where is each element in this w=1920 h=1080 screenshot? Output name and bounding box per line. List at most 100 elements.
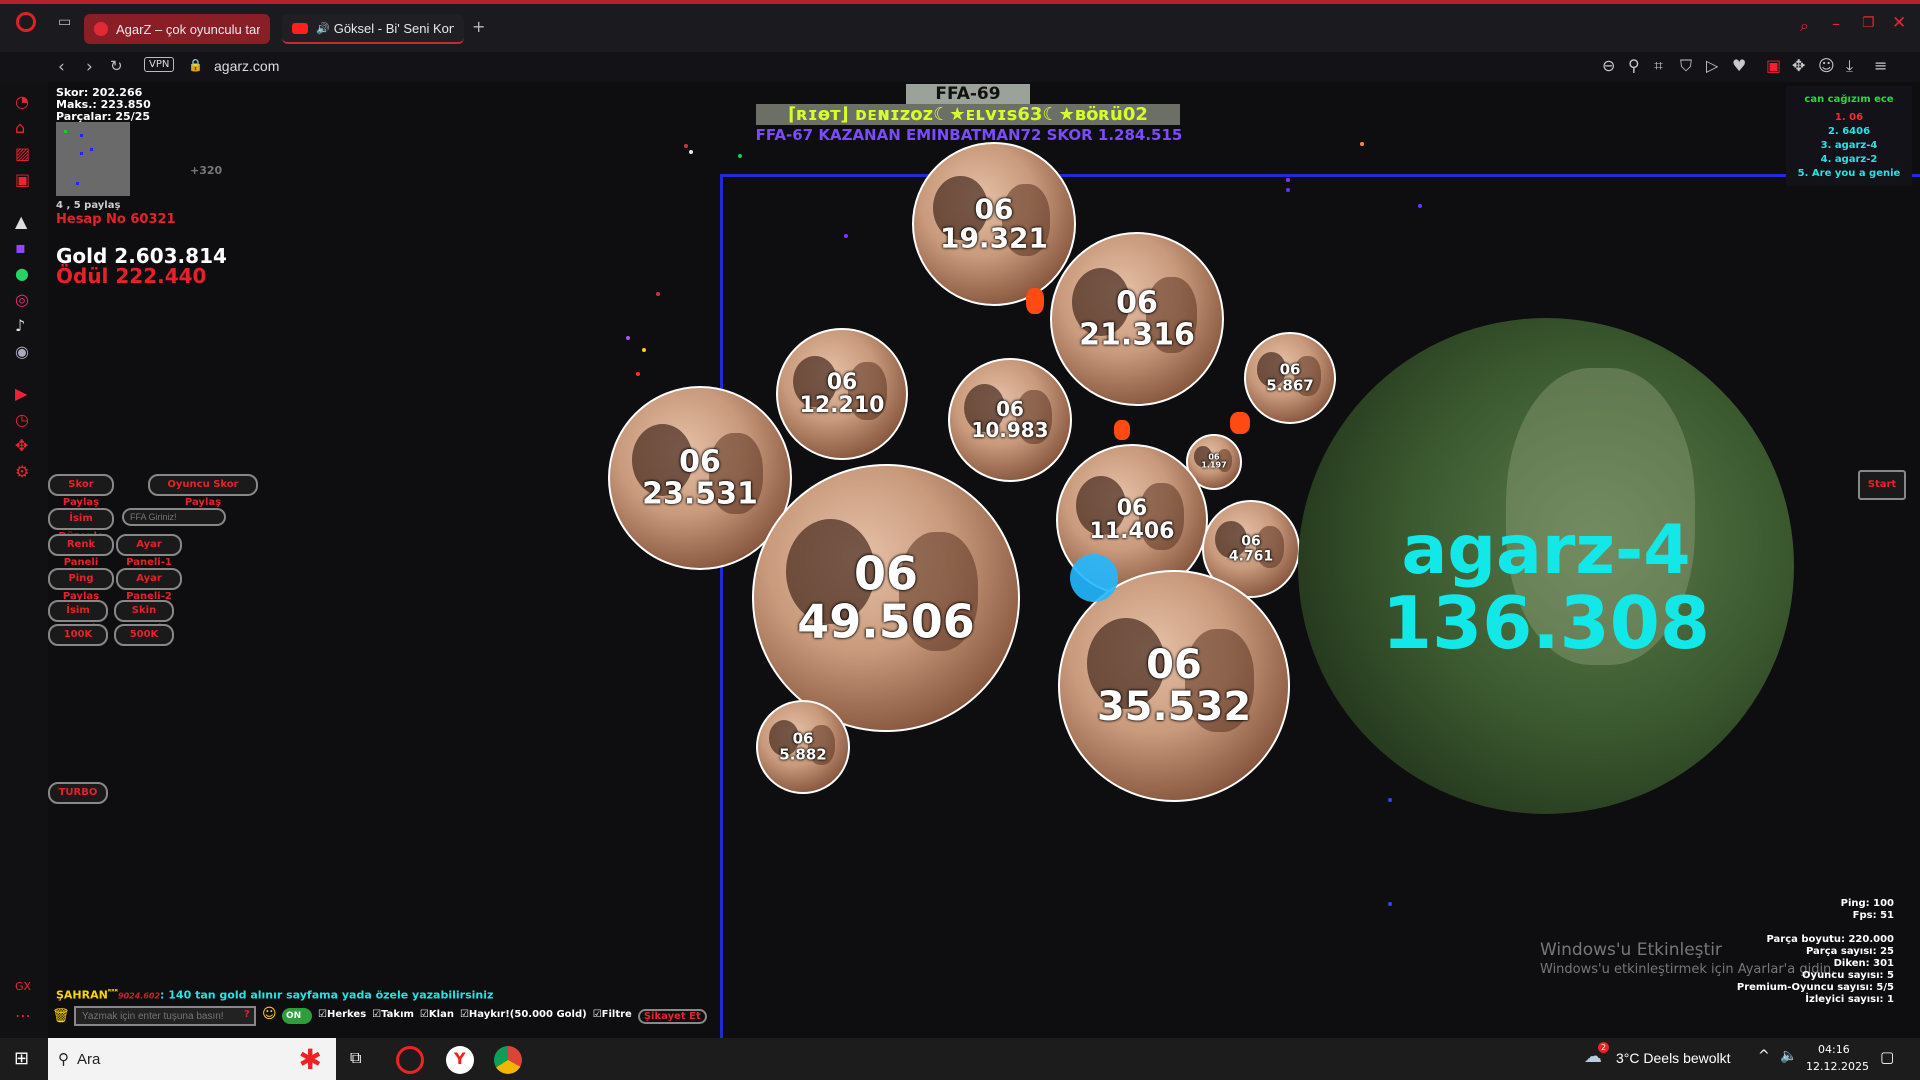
activation-title: Windows'u Etkinleştir (1540, 940, 1722, 960)
discord-icon[interactable]: ◉ (15, 342, 29, 361)
pellet (1286, 188, 1290, 192)
chrome-taskbar-icon[interactable] (494, 1046, 522, 1074)
100k-button[interactable]: 100K (48, 624, 108, 646)
enemy-cell: 06 12.210 (776, 328, 908, 460)
settings-icon[interactable]: ⚙ (15, 462, 29, 481)
minimize-icon[interactable]: – (1832, 14, 1840, 33)
vpn-badge[interactable]: VPN (144, 57, 175, 72)
skor-paylas-button[interactable]: Skor Paylaş (48, 474, 114, 508)
pellet (636, 372, 640, 376)
restore-icon[interactable]: ❐ (1862, 15, 1875, 31)
game-canvas[interactable]: 06 19.321 06 21.316 06 12.210 06 10.983 06 5.… (48, 82, 1920, 1038)
yandex-taskbar-icon[interactable]: Y (446, 1046, 474, 1074)
tray-chevron-icon[interactable]: ^ (1758, 1048, 1770, 1064)
enemy-cell: 06 5.867 (1244, 332, 1336, 424)
forward-icon[interactable]: › (86, 57, 93, 77)
url-text[interactable]: agarz.com (214, 58, 279, 74)
gx-icon[interactable]: GX (15, 980, 31, 993)
minimap-count: +320 (190, 164, 223, 177)
heart-icon[interactable]: ♥ (1732, 56, 1746, 75)
part-count-text: Parça sayısı: 25 (1805, 946, 1894, 957)
emoji-icon[interactable]: ☺ (262, 1006, 277, 1022)
pellet (689, 150, 693, 154)
instagram-icon[interactable]: ◎ (15, 290, 29, 309)
opera-logo-icon[interactable] (16, 12, 36, 32)
skin-favori-button[interactable]: Skin Favori (114, 600, 174, 634)
menu-icon[interactable]: ≡ (1874, 56, 1887, 75)
history-icon[interactable]: ◷ (15, 410, 29, 429)
music-icon[interactable]: ▣ (15, 170, 30, 189)
download-icon[interactable]: ⤓ (1846, 56, 1853, 76)
game-icon[interactable]: ⌂ (15, 118, 25, 137)
youtube-icon (292, 22, 308, 34)
option-klan[interactable]: ☑Klan (420, 1009, 454, 1024)
speed-dial-icon[interactable]: ◔ (15, 92, 29, 111)
tab-overview-icon[interactable]: ▭ (58, 14, 71, 30)
windows-taskbar: ⊞ ⚲ Ara ✱ ⧉ Y ☁ 2 3°C Deels bewolkt ^ 🔈 … (0, 1038, 1920, 1080)
chat-toggle[interactable]: ON (282, 1008, 312, 1024)
clock-date[interactable]: 12.12.2025 (1806, 1060, 1869, 1073)
renk-paneli-button[interactable]: Renk Paneli (48, 534, 114, 568)
puzzle-icon[interactable]: ✥ (1792, 56, 1805, 75)
share-text: 4 , 5 paylaş (56, 200, 121, 211)
trash-icon[interactable]: 🗑 (52, 1008, 70, 1024)
task-view-icon[interactable]: ⧉ (350, 1048, 361, 1068)
whatsapp-icon[interactable]: ● (15, 264, 29, 283)
option-takim[interactable]: ☑Takım (372, 1009, 414, 1024)
aria-icon[interactable]: ▲ (15, 212, 27, 231)
ayar-paneli-1-button[interactable]: Ayar Paneli-1 (116, 534, 182, 568)
oyuncu-skor-paylas-button[interactable]: Oyuncu Skor Paylaş (148, 474, 258, 508)
more-icon[interactable]: ⋯ (15, 1006, 31, 1025)
tab-youtube[interactable]: 🔊 Göksel - Bi' Seni Konu (282, 14, 464, 44)
volume-icon[interactable]: 🔈 (1780, 1048, 1797, 1064)
option-herkes[interactable]: ☑Herkes (318, 1009, 366, 1024)
option-haykir[interactable]: ☑Haykır!(50.000 Gold) (460, 1009, 587, 1024)
clock-time[interactable]: 04:16 (1818, 1043, 1850, 1056)
tab-agarz[interactable]: AgarZ – çok oyunculu tara (84, 14, 270, 44)
isim-duzenle-button[interactable]: İsim Düzenle (48, 508, 114, 542)
windows-start-icon[interactable]: ⊞ (14, 1048, 29, 1069)
reload-icon[interactable]: ↻ (110, 57, 123, 75)
minimap (56, 122, 130, 196)
chat-input[interactable] (74, 1006, 256, 1026)
twitch-icon[interactable]: ▪ (15, 238, 26, 257)
back-icon[interactable]: ‹ (58, 57, 65, 77)
account-icon[interactable]: ☺ (1818, 56, 1835, 75)
opera-gx-taskbar-icon[interactable] (396, 1046, 424, 1074)
snapshot-icon[interactable]: ⌗ (1654, 56, 1663, 76)
tiktok-icon[interactable]: ♪ (15, 316, 25, 335)
turbo-button[interactable]: TURBO (48, 782, 108, 804)
minimap-dot (90, 148, 93, 151)
minimap-dot (80, 152, 83, 155)
ping-paylas-button[interactable]: Ping Paylaş (48, 568, 114, 602)
notification-icon[interactable]: ▢ (1880, 1048, 1894, 1066)
extensions-icon[interactable]: ▣ (1766, 56, 1781, 75)
help-button[interactable]: ? (244, 1009, 250, 1020)
winner-text: FFA-67 KAZANAN EMINBATMAN72 SKOR 1.284.5… (755, 126, 1183, 144)
close-icon[interactable]: ✕ (1892, 13, 1906, 33)
taskbar-search[interactable]: ⚲ Ara ✱ (48, 1038, 336, 1080)
play-icon[interactable]: ▷ (1706, 56, 1718, 75)
search-icon: ⚲ (58, 1051, 69, 1068)
zoom-icon[interactable]: ⊖ (1602, 56, 1615, 75)
shield-icon[interactable]: ⛉ (1680, 56, 1692, 76)
option-filtre[interactable]: ☑Filtre (593, 1009, 632, 1024)
ffa-input[interactable] (122, 508, 226, 526)
speaker-icon: 🔊 (316, 22, 330, 35)
pin-icon[interactable]: ⚲ (1628, 56, 1640, 75)
weather-text[interactable]: 3°C Deels bewolkt (1616, 1050, 1731, 1066)
chat-sender: ŞAHRAN (56, 988, 108, 1002)
start-button[interactable]: Start (1858, 470, 1906, 500)
pellet (1418, 204, 1422, 208)
extensions-sidebar-icon[interactable]: ✥ (15, 436, 28, 455)
new-tab-button[interactable]: + (472, 17, 485, 36)
search-icon[interactable]: ⌕ (1800, 16, 1809, 36)
500k-button[interactable]: 500K (114, 624, 174, 646)
leaderboard-item: 3. agarz-4 (1820, 140, 1878, 151)
complaint-button[interactable]: Şikayet Et (637, 1009, 707, 1024)
isim-favori-button[interactable]: İsim Favori (48, 600, 108, 634)
wallpaper-icon[interactable]: ▨ (15, 144, 30, 163)
player-icon[interactable]: ▶ (15, 384, 27, 403)
leaderboard-item: 5. Are you a genie (1797, 168, 1901, 179)
ayar-paneli-2-button[interactable]: Ayar Paneli-2 (116, 568, 182, 602)
